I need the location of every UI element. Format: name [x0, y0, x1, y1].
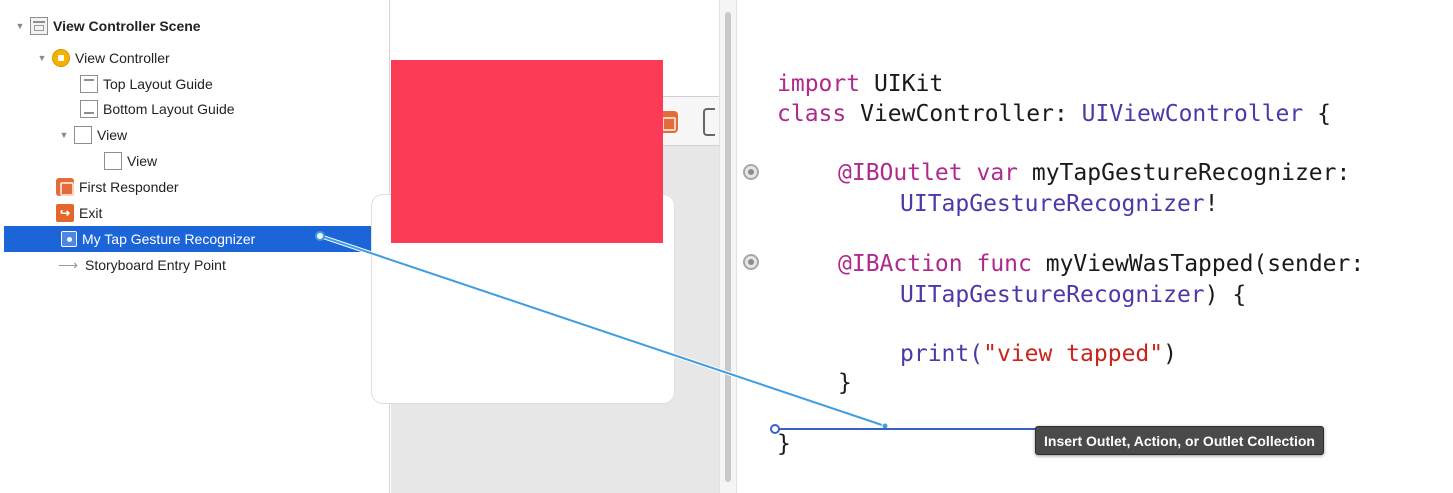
code-line-print: print("view tapped") [900, 340, 1177, 368]
code-keyword: class [777, 101, 847, 127]
red-view[interactable] [391, 60, 663, 243]
first-responder-icon [56, 178, 74, 196]
code-text: myTapGestureRecognizer: [1018, 160, 1351, 186]
scene-icon [30, 17, 48, 35]
code-text: ! [1204, 191, 1219, 217]
code-type: UITapGestureRecognizer [900, 191, 1205, 217]
insert-tooltip: Insert Outlet, Action, or Outlet Collect… [1035, 426, 1324, 455]
outline-item-label: My Tap Gesture Recognizer [82, 231, 256, 247]
outline-item-bottom-layout-guide[interactable]: Bottom Layout Guide [80, 96, 235, 122]
outline-item-storyboard-entry-point[interactable]: ⟶ Storyboard Entry Point [56, 252, 226, 278]
layout-guide-icon [80, 100, 98, 118]
code-line-outlet-type: UITapGestureRecognizer! [900, 190, 1219, 218]
code-text: ViewController: [846, 101, 1082, 127]
code-type: UIViewController [1081, 101, 1304, 127]
outline-item-view-controller[interactable]: ▼ View Controller [36, 45, 170, 71]
outline-item-label: View [97, 127, 128, 143]
code-text: myViewWasTapped(sender: [1031, 251, 1365, 277]
layout-guide-icon [80, 75, 98, 93]
code-text: ) { [1204, 282, 1247, 308]
code-line-close-func: } [838, 369, 852, 397]
code-text: } [838, 370, 852, 396]
code-keyword: var [962, 160, 1019, 186]
code-line-class: class ViewController: UIViewController { [777, 100, 1331, 128]
code-string: "view tapped" [983, 341, 1164, 367]
outline-item-label: View Controller [75, 50, 170, 66]
outline-item-first-responder[interactable]: First Responder [56, 174, 179, 200]
storyboard-canvas[interactable] [371, 0, 719, 493]
exit-icon: ↪ [56, 204, 74, 222]
disclosure-triangle-icon[interactable]: ▼ [36, 53, 48, 63]
code-text: { [1303, 101, 1331, 127]
outline-item-exit[interactable]: ↪ Exit [56, 200, 102, 226]
tap-gesture-icon [61, 231, 77, 247]
outlet-connection-icon[interactable] [743, 164, 759, 180]
code-line-action: @IBAction func myViewWasTapped(sender: [838, 250, 1364, 278]
outline-item-label: First Responder [79, 179, 179, 195]
outline-item-top-layout-guide[interactable]: Top Layout Guide [80, 71, 213, 97]
code-attribute: @IBAction [838, 251, 963, 277]
editor-splitter[interactable] [719, 0, 737, 493]
code-line-action-type: UITapGestureRecognizer) { [900, 281, 1246, 309]
view-icon [104, 152, 122, 170]
outline-item-label: View Controller Scene [53, 18, 201, 34]
exit-icon[interactable] [703, 108, 715, 136]
action-connection-icon[interactable] [743, 254, 759, 270]
view-icon [74, 126, 92, 144]
code-function: print( [900, 341, 984, 367]
code-line-close-class: } [777, 430, 791, 458]
code-text: UIKit [860, 71, 944, 97]
entry-point-arrow-icon: ⟶ [57, 256, 79, 273]
outline-item-label: Exit [79, 205, 103, 221]
outline-item-label: Storyboard Entry Point [85, 257, 226, 273]
scrollbar-thumb[interactable] [725, 12, 731, 482]
disclosure-triangle-icon[interactable]: ▼ [14, 21, 26, 31]
code-attribute: @IBOutlet [838, 160, 963, 186]
code-editor[interactable]: import UIKit class ViewController: UIVie… [737, 0, 1453, 493]
code-keyword: func [962, 251, 1032, 277]
outline-item-view-controller-scene[interactable]: ▼ View Controller Scene [14, 13, 201, 39]
code-type: UITapGestureRecognizer [900, 282, 1205, 308]
code-line-outlet: @IBOutlet var myTapGestureRecognizer: [838, 159, 1350, 187]
code-text: } [777, 431, 791, 457]
outline-item-subview[interactable]: View [104, 148, 157, 174]
view-controller-icon [52, 49, 70, 67]
outline-item-label: Bottom Layout Guide [103, 101, 235, 117]
disclosure-triangle-icon[interactable]: ▼ [58, 130, 70, 140]
code-line-import: import UIKit [777, 70, 943, 98]
outline-item-view[interactable]: ▼ View [58, 122, 127, 148]
code-keyword: import [777, 71, 861, 97]
code-text: ) [1163, 341, 1177, 367]
document-outline: ▼ View Controller Scene ▼ View Controlle… [0, 0, 390, 493]
outline-item-tap-gesture-recognizer[interactable]: My Tap Gesture Recognizer [4, 226, 389, 252]
outline-item-label: View [127, 153, 158, 169]
outline-item-label: Top Layout Guide [103, 76, 213, 92]
